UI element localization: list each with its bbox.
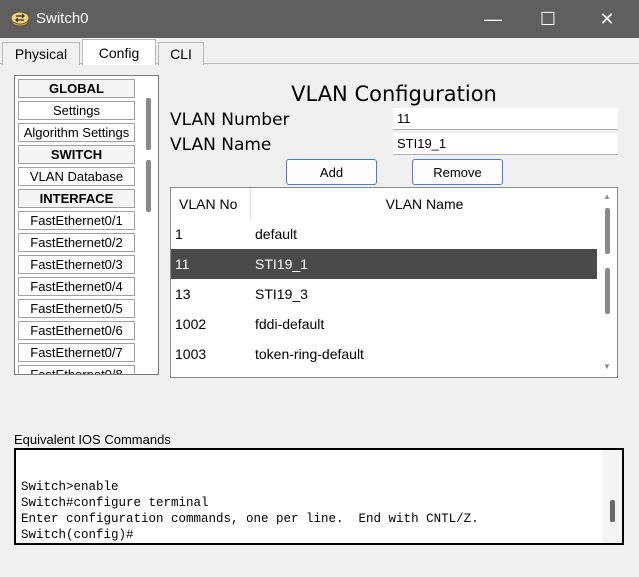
table-row[interactable]: 1002 fddi-default bbox=[171, 309, 597, 339]
column-header-vlan-name[interactable]: VLAN Name bbox=[252, 188, 597, 219]
vlan-name-cell: STI19_3 bbox=[255, 286, 308, 302]
sidebar-header-switch: SWITCH bbox=[18, 145, 135, 164]
console-scrollbar[interactable] bbox=[602, 450, 622, 543]
sidebar-item-fastethernet0-5[interactable]: FastEthernet0/5 bbox=[18, 299, 135, 318]
vlan-no-cell: 1 bbox=[175, 226, 183, 242]
vlan-name-cell: token-ring-default bbox=[255, 346, 364, 362]
title-bar: Switch0 — ☐ ✕ bbox=[0, 0, 639, 38]
tab-bar: Physical Config CLI bbox=[0, 38, 639, 65]
maximize-button[interactable]: ☐ bbox=[525, 0, 571, 38]
vlan-no-cell: 1002 bbox=[175, 316, 207, 332]
remove-button[interactable]: Remove bbox=[412, 159, 503, 185]
sidebar-item-vlan-database[interactable]: VLAN Database bbox=[18, 167, 135, 186]
vlan-table: VLAN No VLAN Name 1 default 11 STI19_1 1… bbox=[170, 187, 618, 378]
close-button[interactable]: ✕ bbox=[584, 0, 630, 38]
tab-cli[interactable]: CLI bbox=[158, 42, 204, 65]
console-line: Switch(config)# bbox=[21, 528, 134, 542]
minimize-icon: — bbox=[484, 8, 502, 29]
switch-app-icon bbox=[10, 11, 30, 27]
vlan-number-input[interactable] bbox=[393, 108, 618, 130]
vlan-no-cell: 11 bbox=[175, 256, 190, 272]
sidebar-item-fastethernet0-2[interactable]: FastEthernet0/2 bbox=[18, 233, 135, 252]
console-line: Enter configuration commands, one per li… bbox=[21, 512, 479, 526]
tab-config[interactable]: Config bbox=[82, 39, 156, 65]
table-row-selected[interactable]: 11 STI19_1 bbox=[171, 249, 597, 279]
sidebar-item-fastethernet0-1[interactable]: FastEthernet0/1 bbox=[18, 211, 135, 230]
scroll-down-icon[interactable]: ▼ bbox=[603, 362, 611, 371]
table-scrollbar-thumb[interactable] bbox=[605, 268, 610, 314]
ios-commands-label: Equivalent IOS Commands bbox=[14, 432, 171, 447]
sidebar-item-fastethernet0-3[interactable]: FastEthernet0/3 bbox=[18, 255, 135, 274]
vlan-no-cell: 1003 bbox=[175, 346, 207, 362]
table-row[interactable]: 1 default bbox=[171, 219, 597, 249]
config-sidebar[interactable]: GLOBAL Settings Algorithm Settings SWITC… bbox=[14, 75, 159, 375]
window-title: Switch0 bbox=[36, 10, 89, 27]
table-row[interactable]: 13 STI19_3 bbox=[171, 279, 597, 309]
console-line: Switch#configure terminal bbox=[21, 496, 209, 510]
sidebar-item-fastethernet0-6[interactable]: FastEthernet0/6 bbox=[18, 321, 135, 340]
vlan-name-cell: STI19_1 bbox=[255, 256, 308, 272]
ios-commands-console[interactable]: Switch>enable Switch#configure terminal … bbox=[14, 448, 624, 545]
sidebar-header-global: GLOBAL bbox=[18, 79, 135, 98]
maximize-icon: ☐ bbox=[539, 8, 557, 29]
sidebar-item-fastethernet0-4[interactable]: FastEthernet0/4 bbox=[18, 277, 135, 296]
minimize-button[interactable]: — bbox=[470, 0, 516, 38]
sidebar-item-fastethernet0-8[interactable]: FastEthernet0/8 bbox=[18, 365, 135, 374]
sidebar-header-interface: INTERFACE bbox=[18, 189, 135, 208]
sidebar-scrollbar[interactable] bbox=[146, 98, 151, 150]
vlan-number-label: VLAN Number bbox=[170, 110, 290, 130]
vlan-no-cell: 13 bbox=[175, 286, 191, 302]
table-scrollbar-thumb[interactable] bbox=[605, 208, 610, 254]
vlan-name-cell: fddi-default bbox=[255, 316, 325, 332]
vlan-name-label: VLAN Name bbox=[170, 135, 272, 155]
sidebar-item-settings[interactable]: Settings bbox=[18, 101, 135, 120]
close-icon: ✕ bbox=[599, 8, 615, 29]
tab-physical[interactable]: Physical bbox=[2, 42, 80, 65]
add-button[interactable]: Add bbox=[286, 159, 377, 185]
table-row[interactable]: 1003 token-ring-default bbox=[171, 339, 597, 369]
page-title: VLAN Configuration bbox=[291, 82, 497, 106]
table-header: VLAN No VLAN Name bbox=[171, 188, 597, 219]
sidebar-scrollbar-thumb[interactable] bbox=[146, 160, 151, 212]
console-scrollbar-thumb[interactable] bbox=[610, 500, 615, 522]
table-scrollbar[interactable]: ▲ ▼ bbox=[599, 188, 617, 377]
sidebar-item-fastethernet0-7[interactable]: FastEthernet0/7 bbox=[18, 343, 135, 362]
scroll-up-icon[interactable]: ▲ bbox=[603, 192, 611, 201]
console-line: Switch>enable bbox=[21, 480, 119, 494]
vlan-name-cell: default bbox=[255, 226, 298, 242]
column-header-vlan-no[interactable]: VLAN No bbox=[171, 188, 251, 219]
vlan-name-input[interactable] bbox=[393, 133, 618, 155]
sidebar-item-algorithm-settings[interactable]: Algorithm Settings bbox=[18, 123, 135, 142]
